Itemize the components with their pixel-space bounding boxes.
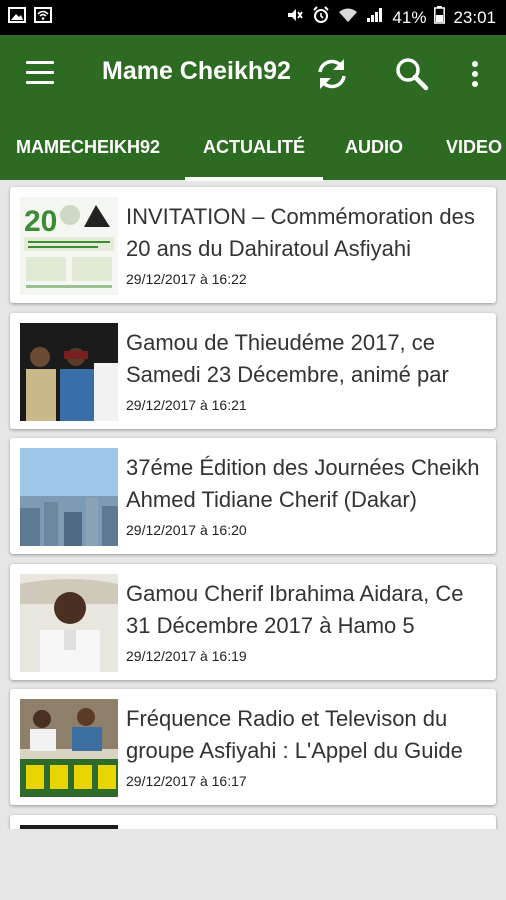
mute-icon xyxy=(286,6,304,29)
tab-video[interactable]: VIDEO xyxy=(446,115,502,180)
app-title: Mame Cheikh92 xyxy=(102,57,291,85)
article-card[interactable]: 37éme Édition des Journées Cheikh Ahmed … xyxy=(10,438,496,554)
article-thumbnail xyxy=(20,574,118,672)
article-date: 29/12/2017 à 16:17 xyxy=(126,773,247,789)
refresh-icon[interactable] xyxy=(313,55,351,93)
article-card[interactable]: Gamou de Thieudéme 2017, ce Samedi 23 Dé… xyxy=(10,313,496,429)
menu-icon[interactable] xyxy=(26,61,54,85)
tab-bar: MAMECHEIKH92 ACTUALITÉ AUDIO VIDEO xyxy=(0,115,506,180)
status-bar: 41% 23:01 xyxy=(0,0,506,35)
article-thumbnail xyxy=(20,699,118,797)
svg-text:20: 20 xyxy=(24,205,57,238)
article-card[interactable]: Fréquence Radio et Televison du groupe A… xyxy=(10,689,496,805)
signal-icon xyxy=(366,7,384,28)
alarm-icon xyxy=(312,6,330,29)
clock: 23:01 xyxy=(453,7,496,27)
article-thumbnail xyxy=(20,323,118,421)
article-date: 29/12/2017 à 16:19 xyxy=(126,648,247,664)
article-date: 29/12/2017 à 16:22 xyxy=(126,271,247,287)
image-icon xyxy=(8,7,26,28)
battery-percent: 41% xyxy=(392,7,427,27)
article-title: Fréquence Radio et Televison du groupe A… xyxy=(126,706,463,763)
article-thumbnail xyxy=(20,448,118,546)
article-date: 29/12/2017 à 16:21 xyxy=(126,397,247,413)
tab-audio[interactable]: AUDIO xyxy=(345,115,403,180)
wifi-icon xyxy=(338,7,358,28)
status-bar-left xyxy=(8,7,52,28)
article-title: INVITATION – Commémoration des 20 ans du… xyxy=(126,204,475,261)
article-title: 37éme Édition des Journées Cheikh Ahmed … xyxy=(126,455,480,512)
tab-mamecheikh92[interactable]: MAMECHEIKH92 xyxy=(16,115,160,180)
article-title: Gamou de Thieudéme 2017, ce Samedi 23 Dé… xyxy=(126,330,449,387)
article-list[interactable]: 20 INVITATION – Commémoration des 20 ans… xyxy=(0,181,506,829)
article-card[interactable]: 20 INVITATION – Commémoration des 20 ans… xyxy=(10,187,496,303)
battery-icon xyxy=(434,6,446,29)
article-title: Gamou Cherif Ibrahima Aidara, Ce 31 Déce… xyxy=(126,581,464,638)
article-date: 29/12/2017 à 16:20 xyxy=(126,522,247,538)
status-bar-right: 41% 23:01 xyxy=(286,6,496,29)
overflow-menu-icon[interactable] xyxy=(463,55,487,93)
wifi-shield-icon xyxy=(34,7,52,28)
app-bar: Mame Cheikh92 xyxy=(0,35,506,115)
article-card[interactable] xyxy=(10,815,496,829)
article-thumbnail: 20 xyxy=(20,197,118,295)
bottom-spacer xyxy=(0,829,506,900)
search-icon[interactable] xyxy=(393,55,431,93)
article-card[interactable]: Gamou Cherif Ibrahima Aidara, Ce 31 Déce… xyxy=(10,564,496,680)
tab-actualite[interactable]: ACTUALITÉ xyxy=(203,115,305,180)
